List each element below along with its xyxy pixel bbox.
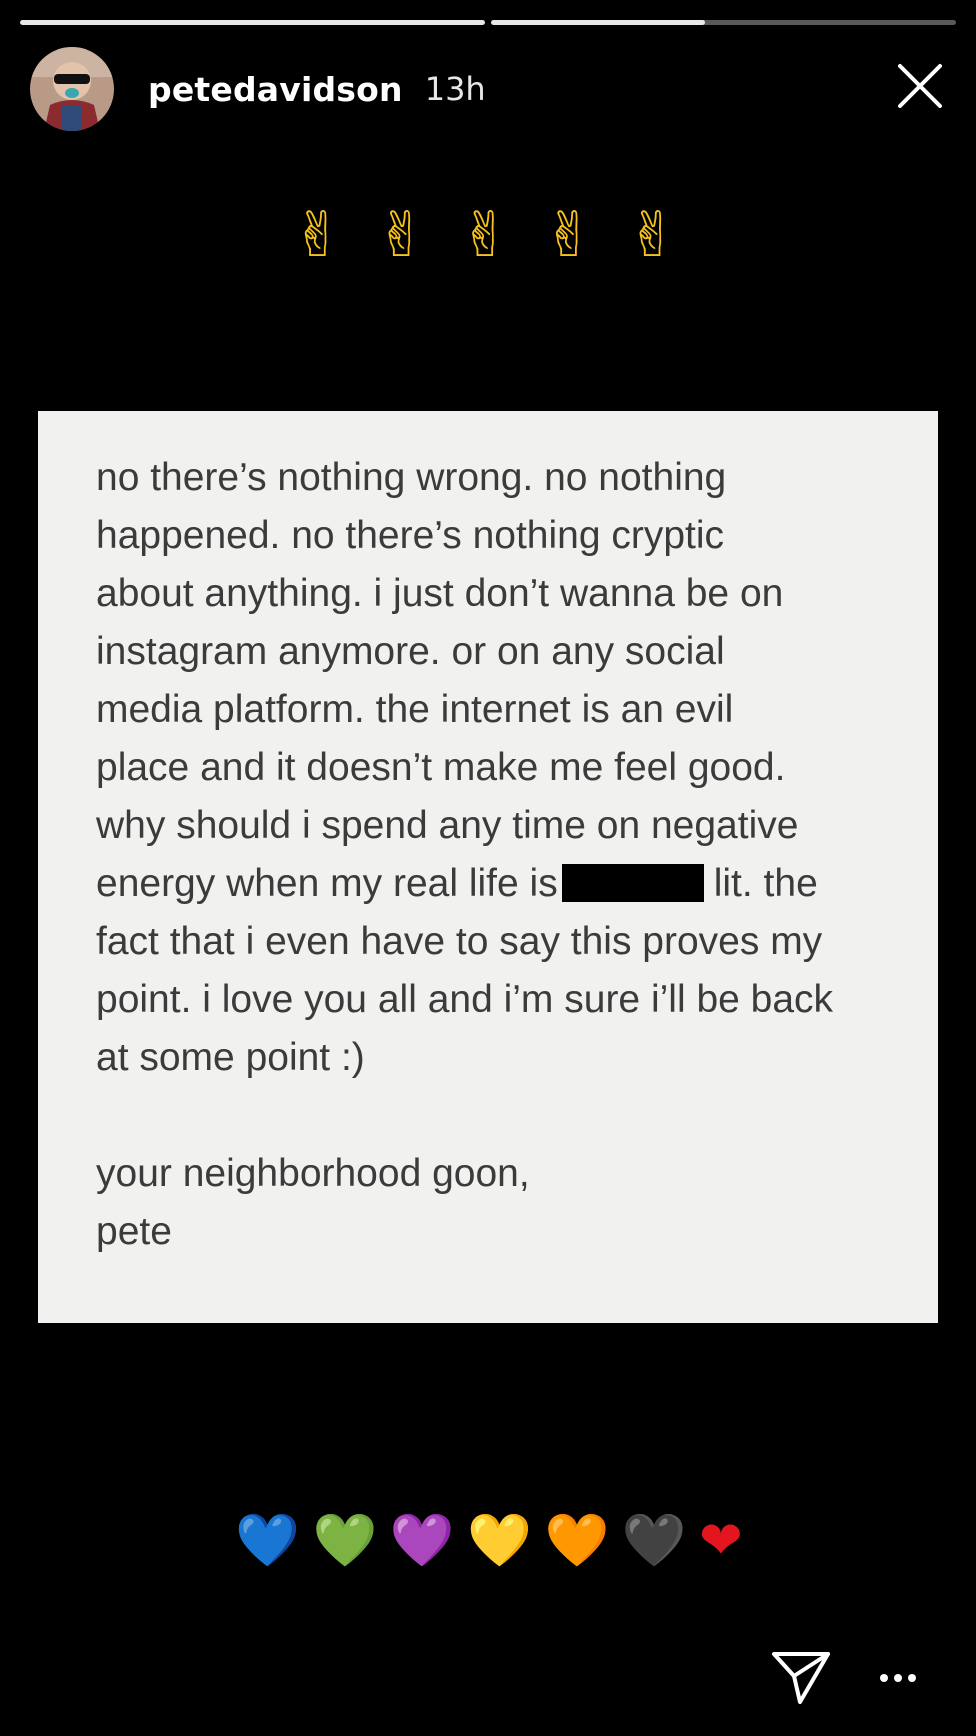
heart-emoji: 🖤: [621, 1511, 687, 1571]
peace-emoji: ✌: [459, 198, 517, 271]
peace-emoji-row: ✌ ✌ ✌ ✌ ✌: [0, 198, 976, 271]
note-line: point. i love you all and i’m sure i’ll …: [96, 978, 834, 1021]
username[interactable]: petedavidson: [148, 70, 403, 109]
progress-segment: [20, 20, 485, 25]
note-line: about anything. i just don’t wanna be on: [96, 572, 784, 615]
heart-emoji: 💙: [235, 1511, 300, 1571]
send-icon: [772, 1652, 830, 1704]
heart-emoji: 💚: [312, 1511, 378, 1571]
story-progress-bar: [20, 20, 956, 25]
note-text-before-redaction: energy when my real life is: [96, 862, 558, 905]
note-line: why should i spend any time on negative: [96, 804, 799, 847]
hearts-emoji-row: 💙 💚 💜 💛 🧡 🖤 ❤: [0, 1510, 976, 1571]
heart-emoji: 🧡: [544, 1511, 609, 1571]
peace-emoji: ✌: [375, 198, 434, 271]
peace-emoji: ✌: [626, 198, 685, 271]
progress-fill: [491, 20, 705, 25]
heart-emoji: ❤: [699, 1511, 743, 1571]
note-line: instagram anymore. or on any social: [96, 630, 725, 673]
note-line-redacted: energy when my real life is lit. the: [96, 855, 882, 913]
close-icon: [898, 64, 942, 108]
more-icon: [880, 1674, 916, 1682]
note-line: no there’s nothing wrong. no nothing: [96, 456, 727, 499]
avatar[interactable]: [30, 47, 114, 131]
note-card: no there’s nothing wrong. no nothing hap…: [38, 411, 938, 1323]
note-signoff: your neighborhood goon,: [96, 1152, 530, 1195]
heart-emoji: 💜: [389, 1511, 455, 1571]
avatar-image: [30, 47, 114, 131]
more-options-button[interactable]: [876, 1666, 920, 1690]
redaction-box: [561, 864, 704, 902]
note-text-after-redaction: lit. the: [713, 862, 818, 905]
note-line: media platform. the internet is an evil: [96, 688, 734, 731]
heart-emoji: 💛: [467, 1511, 532, 1571]
note-spacer: [96, 1087, 882, 1145]
note-signature: pete: [96, 1210, 172, 1253]
progress-fill: [20, 20, 485, 25]
peace-emoji: ✌: [291, 198, 350, 271]
progress-segment: [491, 20, 956, 25]
send-button[interactable]: [770, 1648, 832, 1706]
note-line: happened. no there’s nothing cryptic: [96, 514, 725, 557]
timestamp: 13h: [424, 70, 486, 108]
close-button[interactable]: [890, 56, 950, 116]
peace-emoji: ✌: [542, 198, 601, 271]
note-line: fact that i even have to say this proves…: [96, 920, 823, 963]
note-line: place and it doesn’t make me feel good.: [96, 746, 786, 789]
note-line: at some point :): [96, 1036, 365, 1079]
story-header: petedavidson 13h: [30, 46, 950, 132]
